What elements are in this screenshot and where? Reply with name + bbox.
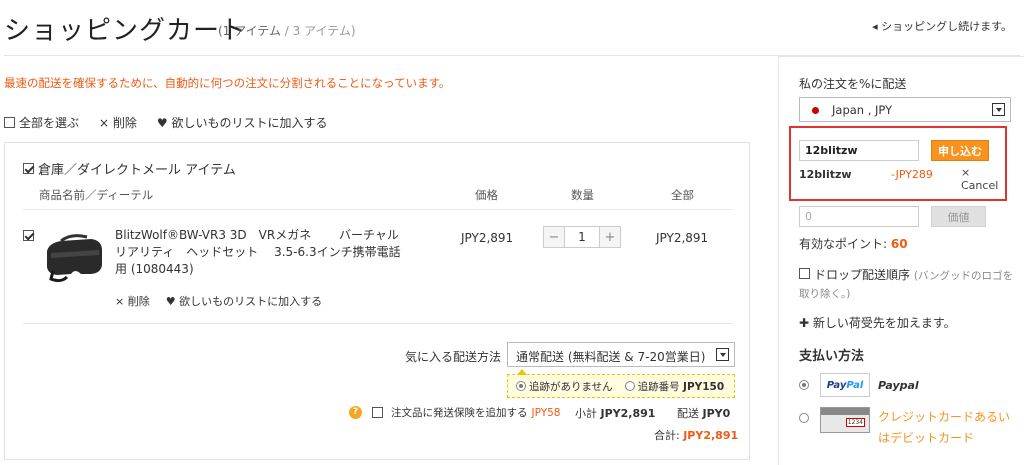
- shopping-cart-page: ショッピングカート (1 アイテム / 3 アイテム) ◂ ショッピングし続けま…: [0, 0, 1024, 465]
- item-delete-button[interactable]: × 削除: [115, 293, 150, 309]
- column-quantity: 数量: [571, 188, 594, 202]
- warehouse-group: 倉庫／ダイレクトメール アイテム: [23, 159, 236, 178]
- option-no-tracking-label: 追跡がありません: [529, 380, 613, 393]
- available-points-value: 60: [890, 237, 908, 251]
- radio-card[interactable]: [799, 413, 809, 423]
- available-points-label: 有効なポイント:: [799, 237, 891, 251]
- paypal-label: Paypal: [878, 378, 919, 392]
- order-sidebar: 私の注文を%に配送 Japan , JPY 12blitzw 申し込む 12bl…: [778, 56, 1024, 465]
- shipping-method-value: 通常配送 (無料配送 & 7-20営業日): [516, 350, 706, 364]
- cancel-coupon-button[interactable]: × Cancel: [961, 166, 998, 192]
- quantity-input[interactable]: 1: [564, 227, 600, 247]
- chevron-down-icon: [716, 348, 729, 361]
- warehouse-label: 倉庫／ダイレクトメール アイテム: [38, 163, 236, 178]
- payment-method-title: 支払い方法: [799, 349, 865, 364]
- shipping-method-select[interactable]: 通常配送 (無料配送 & 7-20営業日): [507, 342, 735, 367]
- tracking-options: 追跡がありません 追跡番号 JPY150: [507, 369, 735, 398]
- quantity-stepper: − 1 +: [543, 226, 621, 248]
- radio-no-tracking[interactable]: [516, 380, 526, 391]
- radio-tracking[interactable]: [624, 380, 635, 391]
- subtotal-value: JPY2,891: [600, 407, 656, 420]
- drop-ship-option: ドロップ配送順序 (バングッドのロゴを取り除く。): [799, 267, 1021, 303]
- country-select[interactable]: Japan , JPY: [799, 97, 1011, 122]
- column-total: 全部: [671, 188, 694, 202]
- grand-total: 合計: JPY2,891: [654, 427, 738, 443]
- coupon-input[interactable]: 12blitzw: [799, 140, 919, 161]
- close-icon[interactable]: ×: [961, 166, 970, 179]
- ship-to-label: 私の注文を%に配送: [799, 77, 907, 91]
- add-address-link[interactable]: ✚ 新しい荷受先を加えます。: [799, 314, 956, 331]
- item-checkbox[interactable]: [23, 230, 34, 241]
- insurance-label: 注文品に発送保険を追加する: [391, 407, 528, 419]
- item-count-selected: (1 アイテム: [218, 24, 281, 38]
- item-wishlist-button[interactable]: ♥ 欲しいものリストに加入する: [166, 293, 322, 309]
- radio-paypal[interactable]: [799, 380, 809, 390]
- insurance-checkbox[interactable]: [372, 407, 383, 418]
- japan-flag-icon: [812, 107, 819, 114]
- item-actions: × 削除 ♥ 欲しいものリストに加入する: [115, 293, 322, 309]
- subtotal: 小計 JPY2,891: [575, 405, 655, 421]
- bulk-wishlist-button[interactable]: ♥ 欲しいものリストに加入する: [157, 114, 328, 131]
- page-title: ショッピングカート: [4, 16, 248, 46]
- apply-coupon-button[interactable]: 申し込む: [931, 140, 989, 161]
- item-count-total: / 3 アイテム): [280, 24, 356, 38]
- coupon-section: 12blitzw 申し込む 12blitzw -JPY289 × Cancel: [789, 126, 1007, 201]
- shipping-fee-label: 配送: [677, 407, 699, 420]
- vr-headset-image[interactable]: [41, 231, 105, 285]
- chevron-down-icon: [992, 103, 1005, 116]
- paypal-logo-icon: Pay Pal: [820, 373, 870, 397]
- quantity-increase-button[interactable]: +: [600, 227, 620, 247]
- apply-points-button[interactable]: 価値: [931, 206, 986, 227]
- help-icon[interactable]: ?: [349, 406, 362, 419]
- applied-coupon-code: 12blitzw: [799, 168, 852, 181]
- product-name[interactable]: BlitzWolf®BW-VR3 3D VRメガネ バーチャルリアリティ ヘッド…: [115, 227, 405, 278]
- insurance-row: ? 注文品に発送保険を追加する JPY58: [349, 405, 560, 420]
- select-all-label: 全部を選ぶ: [19, 116, 80, 130]
- bulk-actions: 全部を選ぶ × 削除 ♥ 欲しいものリストに加入する: [4, 114, 327, 131]
- available-points: 有効なポイント: 60: [799, 235, 908, 252]
- shipping-fee: 配送 JPY0: [677, 405, 730, 421]
- option-tracking[interactable]: 追跡番号 JPY150: [624, 379, 725, 394]
- credit-card-icon: [820, 407, 870, 433]
- select-all-toggle[interactable]: 全部を選ぶ: [4, 114, 79, 131]
- shipping-method-label: 気に入る配送方法: [405, 350, 502, 364]
- item-row-divider: [23, 323, 733, 324]
- header-row-divider: [23, 209, 733, 210]
- cart-panel: 倉庫／ダイレクトメール アイテム 商品名前／ディーテル 価格 数量 全部 Bli…: [4, 142, 750, 460]
- coupon-discount: -JPY289: [891, 168, 933, 181]
- insurance-price: JPY58: [531, 406, 561, 419]
- grand-total-value: JPY2,891: [683, 429, 739, 442]
- select-all-checkbox[interactable]: [4, 117, 15, 128]
- bulk-delete-button[interactable]: × 削除: [99, 114, 137, 131]
- option-tracking-label: 追跡番号: [637, 380, 680, 393]
- product-total: JPY2,891: [656, 231, 709, 245]
- subtotal-label: 小計: [575, 407, 597, 420]
- item-count: (1 アイテム / 3 アイテム): [218, 22, 356, 39]
- product-price: JPY2,891: [461, 231, 514, 245]
- drop-ship-label: ドロップ配送順序: [814, 268, 911, 282]
- payment-option-paypal[interactable]: Pay Pal Paypal: [799, 373, 919, 397]
- country-value: Japan , JPY: [832, 103, 893, 117]
- payment-option-card[interactable]: クレジットカードあるいはデビットカード: [799, 407, 1018, 449]
- shipping-fee-value: JPY0: [702, 407, 731, 420]
- continue-shopping-link[interactable]: ◂ ショッピングし続けます。: [872, 18, 1012, 34]
- option-no-tracking[interactable]: 追跡がありません: [516, 379, 613, 394]
- warehouse-checkbox[interactable]: [23, 163, 34, 174]
- grand-total-label: 合計:: [654, 429, 680, 442]
- drop-ship-checkbox[interactable]: [799, 268, 810, 279]
- column-product: 商品名前／ディーテル: [39, 188, 154, 202]
- points-input[interactable]: 0: [799, 206, 919, 227]
- cancel-label[interactable]: Cancel: [961, 179, 998, 192]
- column-price: 価格: [475, 188, 498, 202]
- credit-card-label: クレジットカードあるいはデビットカード: [878, 410, 1011, 445]
- split-order-notice: 最速の配送を確保するために、自動的に何つの注文に分割されることになっています。: [4, 76, 451, 90]
- quantity-decrease-button[interactable]: −: [544, 227, 564, 247]
- option-tracking-price: JPY150: [683, 380, 725, 393]
